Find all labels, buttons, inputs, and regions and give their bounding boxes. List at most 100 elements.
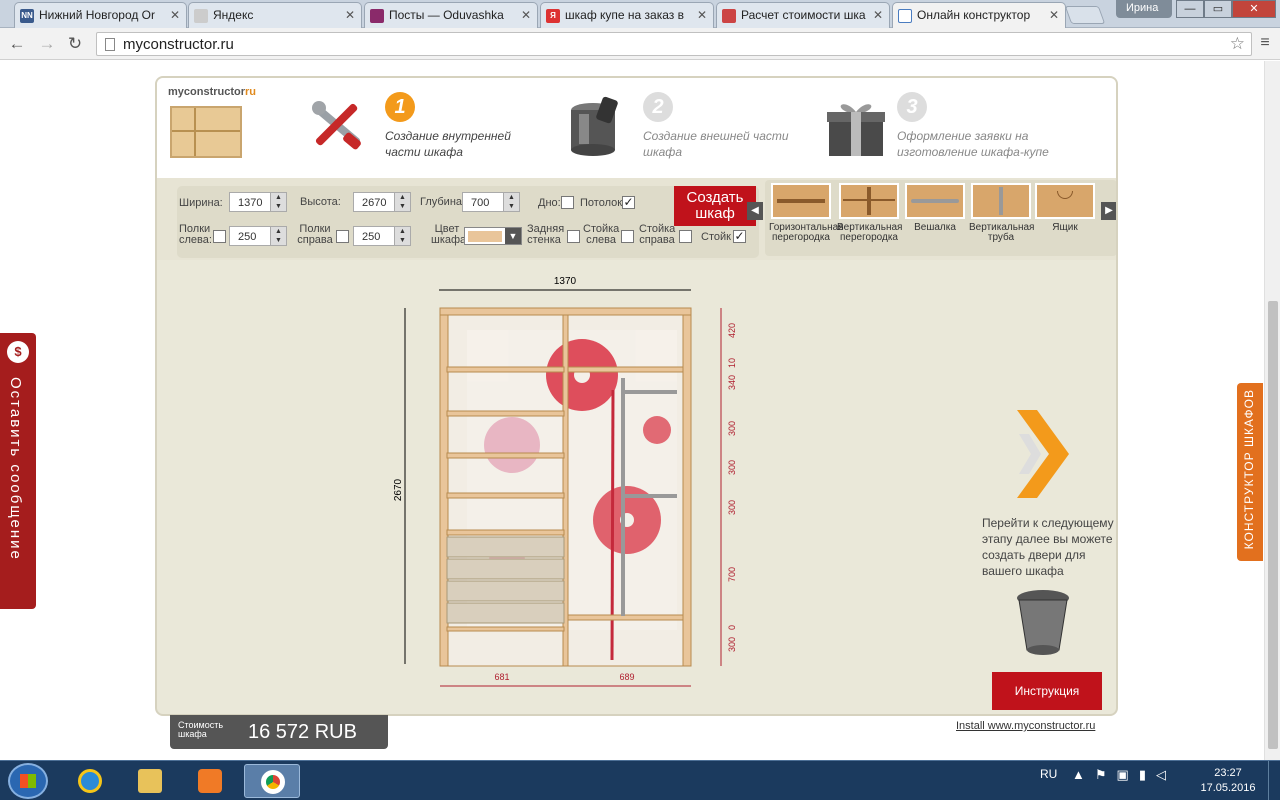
hanger-icon <box>905 183 965 219</box>
shelves-right-spinner[interactable]: 250 ▲ ▼ <box>353 226 411 246</box>
decrement-icon[interactable]: ▼ <box>270 236 286 245</box>
close-window-button[interactable]: ✕ <box>1232 0 1276 18</box>
shelves-right-checkbox[interactable] <box>336 230 349 243</box>
element-label: Вертикальная труба <box>969 222 1035 243</box>
bottom-checkbox[interactable] <box>561 196 574 209</box>
close-tab-icon[interactable]: ✕ <box>521 8 531 22</box>
browser-tab[interactable]: Расчет стоимости шка ✕ <box>716 2 890 28</box>
back-wall-label: Задняя стенка <box>527 223 565 246</box>
device-icon[interactable]: ▣ <box>1117 767 1129 783</box>
page-scrollbar[interactable] <box>1264 61 1280 760</box>
minimize-button[interactable]: — <box>1176 0 1204 18</box>
increment-icon[interactable]: ▲ <box>270 227 286 236</box>
close-tab-icon[interactable]: ✕ <box>170 8 180 22</box>
new-tab-button[interactable] <box>1064 6 1106 24</box>
site-logo[interactable]: myconstructorru <box>168 86 256 162</box>
post-right-checkbox[interactable] <box>679 230 692 243</box>
tray-expand-icon[interactable]: ▲ <box>1072 767 1085 783</box>
close-tab-icon[interactable]: ✕ <box>873 8 883 22</box>
network-icon[interactable]: ▮ <box>1139 767 1146 783</box>
system-clock[interactable]: 23:27 17.05.2016 <box>1192 766 1264 796</box>
post-label: Стойк <box>701 231 731 243</box>
post-left-checkbox[interactable] <box>621 230 634 243</box>
browser-tab-bar: NN Нижний Новгород Or ✕ Яндекс ✕ Посты —… <box>0 0 1280 28</box>
decrement-icon[interactable]: ▼ <box>394 202 410 211</box>
shelves-right-label: Полки справа <box>297 223 333 246</box>
chevron-down-icon[interactable]: ▼ <box>505 228 521 244</box>
back-wall-checkbox[interactable] <box>567 230 580 243</box>
decrement-icon[interactable]: ▼ <box>270 202 286 211</box>
browser-tab[interactable]: Яндекс ✕ <box>188 2 362 28</box>
instruction-button[interactable]: Инструкция <box>992 672 1102 710</box>
close-tab-icon[interactable]: ✕ <box>345 8 355 22</box>
maximize-button[interactable]: ▭ <box>1204 0 1232 18</box>
constructor-side-tab[interactable]: КОНСТРУКТОР ШКАФОВ <box>1237 383 1263 561</box>
shelves-left-checkbox[interactable] <box>213 230 226 243</box>
bookmark-star-icon[interactable]: ☆ <box>1230 34 1245 54</box>
logo-brand: myconstructor <box>168 86 246 98</box>
step-2[interactable]: 2 Создание внешней части шкафа <box>565 90 789 160</box>
height-spinner[interactable]: 2670 ▲ ▼ <box>353 192 411 212</box>
feedback-label: Оставить сообщение <box>7 377 24 561</box>
show-desktop-button[interactable] <box>1268 761 1280 800</box>
start-button[interactable] <box>8 763 48 799</box>
color-select[interactable]: ▼ <box>464 227 522 245</box>
profile-badge[interactable]: Ирина <box>1116 0 1172 18</box>
back-icon[interactable]: ← <box>6 33 28 55</box>
decrement-icon[interactable]: ▼ <box>503 202 519 211</box>
step-number: 2 <box>643 92 673 122</box>
page-icon <box>105 38 115 51</box>
trash-icon[interactable] <box>1017 590 1069 655</box>
shelf <box>446 410 565 417</box>
language-indicator[interactable]: RU <box>1040 767 1057 781</box>
element-hanger[interactable]: Вешалка <box>903 183 967 253</box>
section-label: 300 <box>727 460 737 475</box>
browser-tab[interactable]: Посты — Oduvashka ✕ <box>364 2 538 28</box>
increment-icon[interactable]: ▲ <box>394 193 410 202</box>
post-checkbox[interactable]: ✓ <box>733 230 746 243</box>
browser-tab[interactable]: NN Нижний Новгород Or ✕ <box>14 2 187 28</box>
tab-title: Яндекс <box>213 8 254 22</box>
element-vertical-partition[interactable]: Вертикальная перегородка <box>837 183 902 253</box>
step-1[interactable]: 1 Создание внутренней части шкафа <box>307 90 527 160</box>
flag-icon[interactable]: ⚑ <box>1095 767 1107 783</box>
taskbar-media[interactable] <box>182 764 238 798</box>
increment-icon[interactable]: ▲ <box>394 227 410 236</box>
element-drawer[interactable]: Ящик <box>1033 183 1097 253</box>
element-vertical-pipe[interactable]: Вертикальная труба <box>969 183 1035 253</box>
scrollbar-thumb[interactable] <box>1268 301 1278 749</box>
right-side-panel <box>682 307 692 667</box>
step-3[interactable]: 3 Оформление заявки на изготовление шкаф… <box>825 90 1075 160</box>
reload-icon[interactable]: ↻ <box>64 33 86 55</box>
wardrobe-canvas[interactable]: 1370 2670 420 10 340 300 300 300 700 0 3… <box>157 260 1116 714</box>
browser-toolbar: ← → ↻ myconstructor.ru ☆ ≡ <box>0 28 1280 60</box>
increment-icon[interactable]: ▲ <box>503 193 519 202</box>
taskbar-chrome[interactable] <box>244 764 300 798</box>
ceiling-checkbox[interactable]: ✓ <box>622 196 635 209</box>
volume-icon[interactable]: ◁ <box>1156 767 1166 783</box>
shelves-left-spinner[interactable]: 250 ▲ ▼ <box>229 226 287 246</box>
browser-menu-icon[interactable]: ≡ <box>1256 34 1274 52</box>
browser-tab[interactable]: Я шкаф купе на заказ в ✕ <box>540 2 714 28</box>
increment-icon[interactable]: ▲ <box>270 193 286 202</box>
browser-tab-active[interactable]: Онлайн конструктор ✕ <box>892 2 1066 28</box>
forward-icon[interactable]: → <box>36 33 58 55</box>
address-bar[interactable]: myconstructor.ru ☆ <box>96 32 1252 56</box>
close-tab-icon[interactable]: ✕ <box>697 8 707 22</box>
price-value: 16 572 RUB <box>248 721 357 743</box>
install-link[interactable]: Install www.myconstructor.ru <box>956 720 1095 732</box>
taskbar-explorer[interactable] <box>122 764 178 798</box>
element-horizontal-partition[interactable]: Горизонтальная перегородка <box>769 183 844 253</box>
create-wardrobe-button[interactable]: Создать шкаф <box>674 186 756 226</box>
scroll-left-icon[interactable]: ◀ <box>747 202 763 220</box>
taskbar-ie[interactable] <box>62 764 118 798</box>
close-tab-icon[interactable]: ✕ <box>1049 8 1059 22</box>
decrement-icon[interactable]: ▼ <box>394 236 410 245</box>
next-step-arrow-icon[interactable] <box>1017 410 1069 498</box>
scroll-right-icon[interactable]: ▶ <box>1101 202 1116 220</box>
width-spinner[interactable]: 1370 ▲ ▼ <box>229 192 287 212</box>
step-number: 1 <box>385 92 415 122</box>
width-value: 1370 <box>238 197 263 209</box>
depth-spinner[interactable]: 700 ▲ ▼ <box>462 192 520 212</box>
feedback-tab[interactable]: $ Оставить сообщение <box>0 333 36 609</box>
